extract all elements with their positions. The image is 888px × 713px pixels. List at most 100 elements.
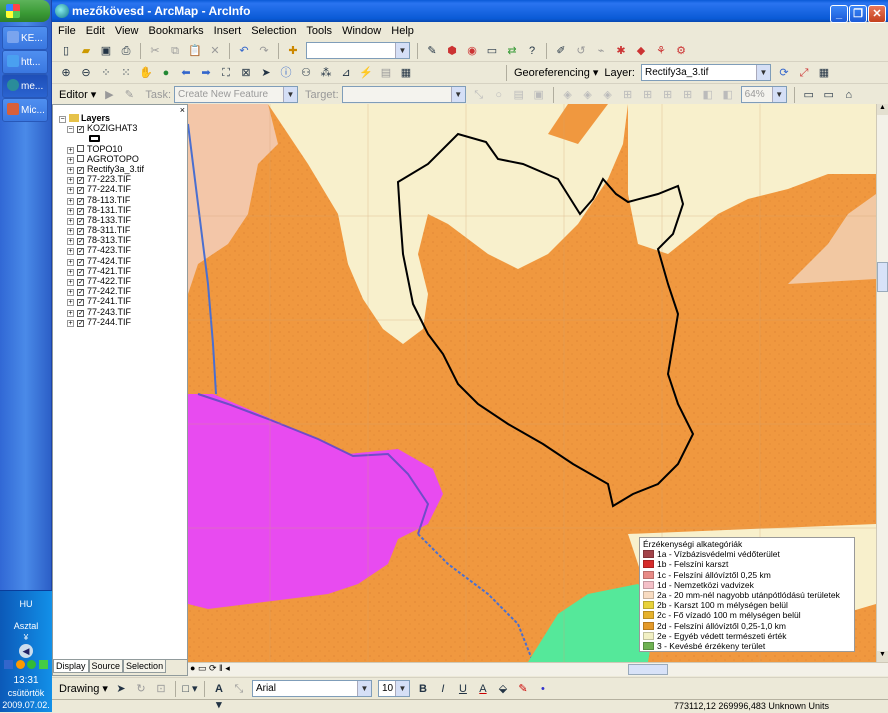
link-table-icon[interactable]: ▦ [816,65,832,81]
expand-icon[interactable]: + [67,217,74,225]
chevron-down-icon[interactable]: ¥ [0,633,52,642]
layer-row[interactable]: + ✓ Rectify3a_3.tif [59,164,187,174]
bold-icon[interactable]: B [415,681,431,697]
full-extent-globe-icon[interactable]: ● [158,65,174,81]
redo-icon[interactable]: ↷ [256,43,272,59]
edit-arrow-icon[interactable]: ▶ [101,87,117,103]
expand-icon[interactable]: + [67,268,74,276]
layer-checkbox[interactable]: ✓ [77,248,84,256]
menu-insert[interactable]: Insert [214,25,242,37]
expand-icon[interactable]: + [67,248,74,256]
collapse-icon[interactable]: − [67,126,74,134]
menu-view[interactable]: View [115,25,139,37]
layer-checkbox[interactable]: ✓ [77,289,84,297]
georef-tool-2-icon[interactable]: ◆ [633,43,649,59]
zoom-percent-select[interactable]: 64% ▼ [740,86,787,103]
back-extent-icon[interactable]: ⬅ [178,65,194,81]
georef-tool-1-icon[interactable]: ✱ [613,43,629,59]
raster-tool-7-icon[interactable]: ⊞ [680,87,696,103]
collapse-icon[interactable]: − [59,116,66,123]
select-features-icon[interactable]: ⛶ [218,65,234,81]
raster-tool-4-icon[interactable]: ⊞ [620,87,636,103]
line-color-icon[interactable]: ✎ [515,681,531,697]
layer-row[interactable]: + ✓ 77-423.TIF [59,245,187,256]
tab-display[interactable]: Display [53,660,89,673]
new-icon[interactable]: ▯ [58,43,74,59]
menu-edit[interactable]: Edit [86,25,105,37]
raster-tool-3-icon[interactable]: ◈ [600,87,616,103]
globe-view-icon[interactable]: ● [190,663,195,673]
layer-checkbox[interactable]: ✓ [77,217,84,225]
tab-selection[interactable]: Selection [123,660,167,673]
rotate-icon[interactable]: ⟳ [776,65,792,81]
scroll-thumb[interactable] [628,664,668,675]
rotate-element-icon[interactable]: ↻ [133,681,149,697]
layer-checkbox[interactable]: ✓ [77,309,84,317]
layer-row[interactable]: + ✓ 77-421.TIF [59,266,187,276]
attributes-icon[interactable]: ▤ [511,87,527,103]
building-icon[interactable]: ⌂ [841,87,857,103]
open-folder-icon[interactable]: ▰ [78,43,94,59]
layer-checkbox[interactable] [77,154,84,162]
back-arrow-icon[interactable]: ◀ [19,644,33,658]
raster-tool-9-icon[interactable]: ◧ [720,87,736,103]
find-binoculars-icon[interactable]: ⚇ [298,65,314,81]
layer-row[interactable]: + ✓ 78-311.TIF [59,225,187,236]
clear-selection-icon[interactable]: ⊠ [238,65,254,81]
layer-checkbox[interactable]: ✓ [77,177,84,185]
taskbar-button-arcmap[interactable]: me... [2,74,48,98]
expand-icon[interactable]: + [67,299,74,307]
editor-toolbar-icon[interactable]: ✎ [424,43,440,59]
save-icon[interactable]: ▣ [98,43,114,59]
layer-checkbox[interactable]: ✓ [77,279,84,286]
taskbar-button-microsoft[interactable]: Mic... [2,98,48,122]
edit-vertices-icon[interactable]: ⤡ [231,681,247,697]
target-select[interactable]: ▼ [341,86,466,103]
raster-tool-8-icon[interactable]: ◧ [700,87,716,103]
expand-icon[interactable]: + [67,238,74,246]
arccatalog-icon[interactable]: ◉ [464,43,480,59]
expand-icon[interactable]: + [67,166,74,174]
command-line-icon[interactable]: ▭ [484,43,500,59]
expand-icon[interactable]: + [67,156,74,164]
viewer-window-icon[interactable]: ▦ [398,65,414,81]
zoom-in-icon[interactable]: ⊕ [58,65,74,81]
scroll-thumb[interactable] [877,262,888,292]
layer-symbol[interactable] [59,133,187,143]
expand-icon[interactable]: + [67,228,74,236]
chevron-down-icon[interactable]: ▼ [877,651,888,662]
identify-icon[interactable]: ⓘ [278,65,294,81]
georef-layer-select[interactable]: Rectify3a_3.tif ▼ [640,64,771,81]
expand-icon[interactable]: + [67,319,74,327]
layer-row[interactable]: + ✓ 78-313.TIF [59,235,187,246]
map-scale-combo[interactable]: ▼ [306,42,410,59]
arctoolbox-icon[interactable]: ⬢ [444,43,460,59]
layer-checkbox[interactable]: ✓ [77,207,84,215]
print-icon[interactable]: ⎙ [118,43,134,59]
chevron-down-icon[interactable]: ▼ [356,681,371,696]
fixed-zoom-out-icon[interactable]: ⁙ [118,65,134,81]
chevron-down-icon[interactable]: ▼ [395,43,409,58]
layer-row[interactable]: + ✓ 78-133.TIF [59,215,187,225]
layer-row[interactable]: + ✓ 77-244.TIF [59,317,187,327]
expand-icon[interactable]: + [67,187,74,195]
tab-source[interactable]: Source [88,660,124,673]
restore-button[interactable]: ❐ [849,5,867,23]
taskbar-button-browser[interactable]: htt... [2,50,48,74]
select-elements-arrow-icon[interactable]: ➤ [258,65,274,81]
drawing-menu[interactable]: Drawing ▾ [59,682,108,695]
split-tool-icon[interactable]: ⤡ [471,87,487,103]
layers-root[interactable]: − Layers [59,113,187,123]
layer-checkbox[interactable]: ✓ [77,238,84,246]
paste-icon[interactable]: 📋 [187,43,203,59]
pan-hand-icon[interactable]: ✋ [138,65,154,81]
chevron-down-icon[interactable]: ▼ [450,87,465,102]
layer-checkbox[interactable]: ✓ [77,197,84,205]
go-to-xy-icon[interactable]: ⁂ [318,65,334,81]
italic-icon[interactable]: I [435,681,451,697]
shield-icon[interactable] [38,660,48,669]
model-builder-icon[interactable]: ⇄ [504,43,520,59]
minimize-button[interactable]: _ [830,5,848,23]
floppy-icon[interactable] [4,660,14,669]
chevron-up-icon[interactable]: ▲ [877,104,888,115]
